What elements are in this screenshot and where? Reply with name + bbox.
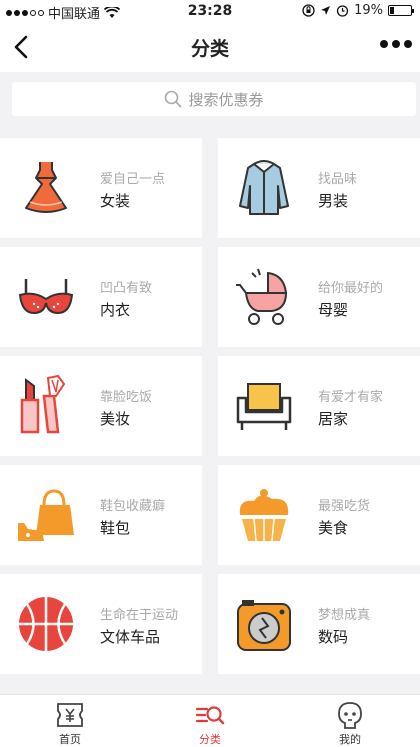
category-title: 母婴 xyxy=(318,301,349,319)
search-placeholder: 搜索优惠券 xyxy=(188,90,264,109)
tab-label: 我的 xyxy=(339,733,361,746)
jacket-icon xyxy=(239,160,289,215)
category-subtitle: 鞋包收藏癖 xyxy=(100,499,166,514)
category-subtitle: 给你最好的 xyxy=(318,281,384,296)
category-title: 鞋包 xyxy=(100,519,131,537)
category-card-makeup[interactable]: 靠脸吃饭 美妆 xyxy=(0,356,202,456)
stroller-icon xyxy=(236,268,288,325)
camera-icon xyxy=(237,600,291,651)
category-card-women[interactable]: 爱自己一点 女装 xyxy=(0,138,202,238)
nav-bar: 分类 xyxy=(0,22,420,72)
basketball-icon xyxy=(19,597,73,651)
battery-percent: 19% xyxy=(354,3,383,18)
status-right: 19% xyxy=(302,3,414,18)
category-subtitle: 找品味 xyxy=(318,172,358,187)
location-arrow-icon xyxy=(321,6,331,15)
tab-category[interactable]: 分类 xyxy=(140,695,280,747)
tab-home[interactable]: 首页 xyxy=(0,695,140,747)
category-card-home[interactable]: 有爱才有家 居家 xyxy=(218,356,420,456)
profile-icon xyxy=(338,702,362,729)
category-card-shoes-bags[interactable]: 鞋包收藏癖 鞋包 xyxy=(0,465,202,565)
category-title: 数码 xyxy=(318,628,349,646)
coupon-icon xyxy=(57,703,83,727)
category-subtitle: 梦想成真 xyxy=(318,608,371,623)
category-subtitle: 有爱才有家 xyxy=(318,390,384,405)
search-input[interactable]: 搜索优惠券 xyxy=(12,82,416,116)
alarm-icon xyxy=(336,5,349,17)
search-icon xyxy=(165,90,182,108)
cupcake-icon xyxy=(239,489,289,542)
category-subtitle: 靠脸吃饭 xyxy=(100,390,153,405)
category-card-underwear[interactable]: 凹凸有致 内衣 xyxy=(0,247,202,347)
category-card-men[interactable]: 找品味 男装 xyxy=(218,138,420,238)
search-area: 搜索优惠券 xyxy=(0,72,420,130)
category-subtitle: 最强吃货 xyxy=(318,499,371,514)
category-title: 居家 xyxy=(318,410,349,428)
makeup-icon xyxy=(20,374,66,434)
category-title: 内衣 xyxy=(100,301,131,319)
battery-icon xyxy=(388,5,414,16)
category-subtitle: 爱自己一点 xyxy=(100,172,166,187)
bag-shoe-icon xyxy=(18,489,74,541)
tab-mine[interactable]: 我的 xyxy=(280,695,420,747)
category-title: 男装 xyxy=(318,192,349,210)
category-search-icon xyxy=(195,706,225,725)
category-subtitle: 生命在于运动 xyxy=(100,608,179,623)
category-title: 美食 xyxy=(318,519,349,537)
category-title: 文体车品 xyxy=(100,628,161,646)
category-card-digital[interactable]: 梦想成真 数码 xyxy=(218,574,420,674)
category-card-baby[interactable]: 给你最好的 母婴 xyxy=(218,247,420,347)
tab-label: 分类 xyxy=(199,733,221,746)
dress-icon xyxy=(25,162,67,213)
tab-bar: 首页 分类 我的 xyxy=(0,694,420,747)
category-card-food[interactable]: 最强吃货 美食 xyxy=(218,465,420,565)
category-title: 女装 xyxy=(100,192,131,210)
bra-icon xyxy=(18,279,74,315)
tab-label: 首页 xyxy=(59,733,81,746)
sofa-icon xyxy=(236,383,292,430)
status-bar: 中国联通 23:28 19% xyxy=(0,0,420,22)
orientation-lock-icon xyxy=(302,4,315,17)
more-options-icon[interactable] xyxy=(380,40,412,48)
category-subtitle: 凹凸有致 xyxy=(100,281,153,296)
battery-fill xyxy=(390,7,394,14)
page-title: 分类 xyxy=(190,38,229,60)
category-title: 美妆 xyxy=(100,410,131,428)
category-card-sports[interactable]: 生命在于运动 文体车品 xyxy=(0,574,202,674)
